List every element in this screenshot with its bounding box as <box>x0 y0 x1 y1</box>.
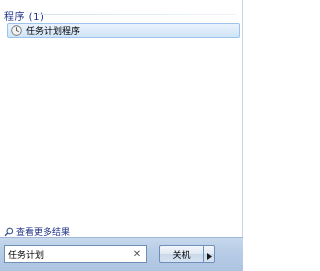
search-box: ✕ <box>4 245 147 263</box>
shutdown-options-button[interactable] <box>203 245 215 263</box>
close-icon[interactable]: ✕ <box>131 248 143 260</box>
search-results-pane: 程序 (1) 任务计划程序 查看更多结果 <box>0 0 243 238</box>
result-item-label: 任务计划程序 <box>26 27 81 37</box>
search-input[interactable] <box>5 246 131 262</box>
start-menu-bottom-bar: ✕ 关机 <box>0 237 243 271</box>
result-item-task-scheduler[interactable]: 任务计划程序 <box>7 23 240 38</box>
clock-icon <box>11 25 22 36</box>
group-header-programs: 程序 (1) <box>4 12 45 23</box>
group-divider <box>38 14 236 15</box>
right-arrow-icon <box>206 245 212 264</box>
shutdown-button[interactable]: 关机 <box>159 245 203 263</box>
shutdown-group: 关机 <box>159 245 215 263</box>
